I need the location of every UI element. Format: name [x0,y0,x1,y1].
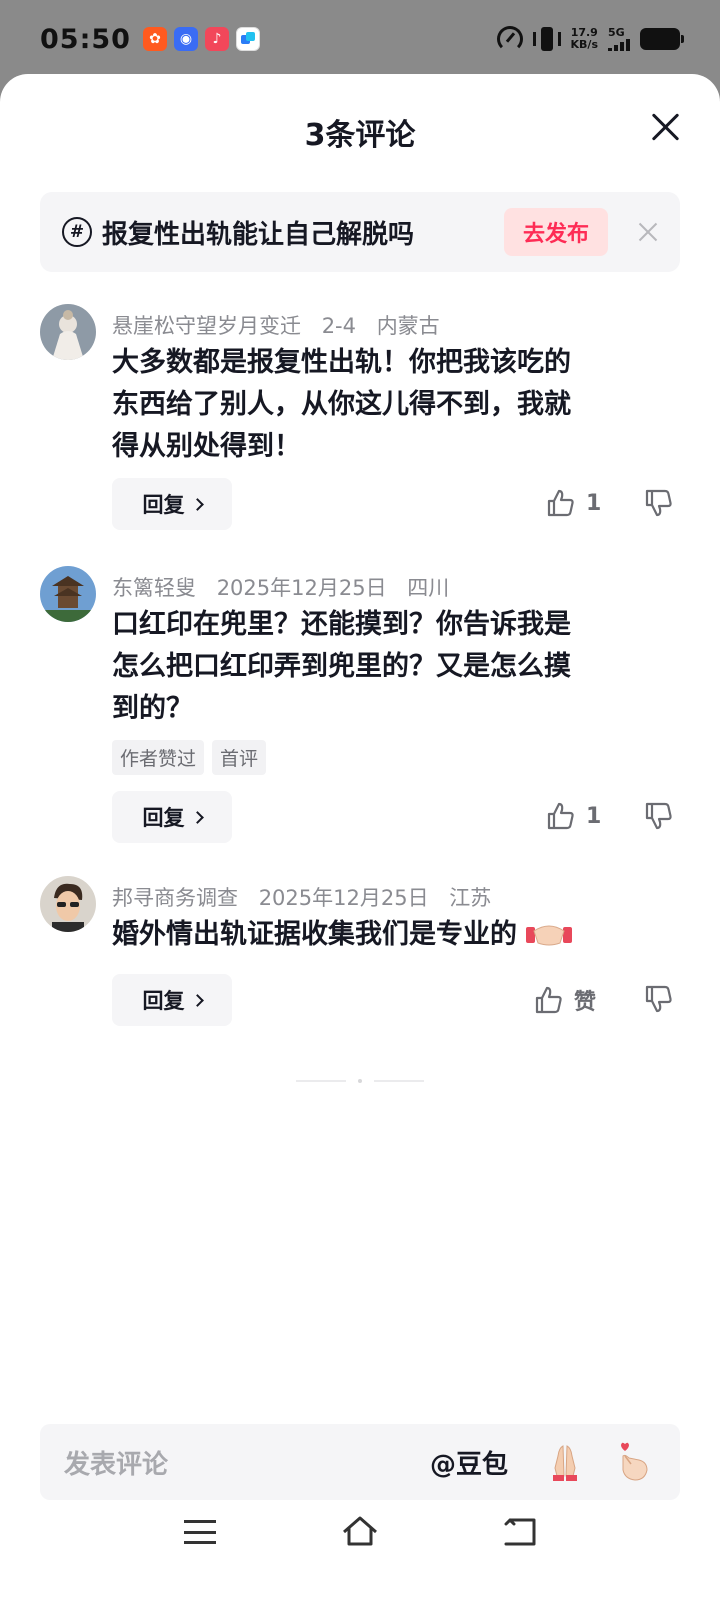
comment-meta: 邦寻商务调查 2025年12月25日 江苏 [112,882,505,912]
comment-line: 婚外情出轨证据收集我们是专业的 [112,919,517,950]
message-app-icon [235,27,260,51]
net-speed: 17.9 KB/s [571,27,598,51]
comment-date: 2025年12月25日 [216,576,387,600]
pray-emoji-icon [553,1445,577,1481]
reply-label: 回复 [142,806,185,830]
like-count: 1 [586,490,602,516]
data-saver-icon [496,26,523,52]
comment-location: 内蒙古 [376,314,440,338]
dislike-button[interactable] [644,801,674,835]
reply-button[interactable]: 回复 [112,791,232,843]
comment-username[interactable]: 悬崖松守望岁月变迁 [112,314,301,338]
battery-icon [640,28,684,50]
avatar[interactable] [40,566,96,622]
comment-text[interactable]: 婚外情出轨证据收集我们是专业的 [112,914,692,956]
comment-input-placeholder: 发表评论 [64,1449,169,1480]
close-icon[interactable] [650,112,680,142]
comment-input[interactable]: 发表评论 @豆包 [40,1424,680,1500]
chevron-right-icon [190,497,204,511]
back-icon[interactable] [502,1516,538,1548]
thumbs-down-icon [645,802,672,830]
reply-button[interactable]: 回复 [112,478,232,530]
system-nav-bar [0,1500,720,1560]
finger-heart-emoji-button[interactable] [610,1439,656,1485]
mention-doubao-button[interactable]: @豆包 [430,1444,508,1481]
baidu-icon: ◉ [173,27,198,51]
like-button[interactable]: 1 [546,488,601,518]
comment-location: 江苏 [449,886,492,910]
comment-line: 大多数都是报复性出轨！你把我该吃的 [112,347,571,378]
thumbs-down-icon [645,985,672,1013]
comment-date: 2025年12月25日 [258,886,429,910]
comment-meta: 悬崖松守望岁月变迁 2-4 内蒙古 [112,310,454,340]
comment-username[interactable]: 东篱轻叟 [112,576,196,600]
end-of-list-divider [296,1079,424,1083]
douyin-icon: ♪ [204,27,229,51]
vibrate-icon [532,27,561,51]
like-button[interactable]: 1 [546,801,601,831]
network-type: 5G [608,26,625,39]
signal-bars [608,39,630,51]
like-count: 1 [586,803,602,829]
reply-button[interactable]: 回复 [112,974,232,1026]
comment-meta: 东篱轻叟 2025年12月25日 四川 [112,572,463,602]
comment-tags: 作者赞过 首评 [112,740,267,775]
thumbs-down-icon [645,489,672,517]
comment-date: 2-4 [321,314,356,338]
net-speed-unit: KB/s [570,38,598,51]
comment-text[interactable]: 大多数都是报复性出轨！你把我该吃的 东西给了别人，从你这儿得不到，我就 得从别处… [112,342,672,468]
home-icon[interactable] [340,1514,380,1548]
comment-line: 得从别处得到！ [112,431,301,462]
chevron-right-icon [190,993,204,1007]
like-label: 赞 [574,990,597,1015]
comment-line: 口红印在兜里？还能摸到？你告诉我是 [112,609,571,640]
topic-close-icon[interactable] [638,222,658,242]
thumbs-up-icon [547,489,574,517]
pray-emoji-button[interactable] [542,1439,588,1485]
comment-line: 怎么把口红印弄到兜里的？又是怎么摸 [112,651,571,682]
tag-author-liked: 作者赞过 [112,740,205,775]
thumbs-up-icon [547,802,574,830]
avatar[interactable] [40,304,96,360]
handshake-icon [526,925,573,946]
topic-banner[interactable]: # 报复性出轨能让自己解脱吗 去发布 [40,192,680,272]
topic-text[interactable]: 报复性出轨能让自己解脱吗 [102,214,414,251]
tag-first-comment: 首评 [212,740,267,775]
publish-button[interactable]: 去发布 [504,208,608,256]
dislike-button[interactable] [644,488,674,522]
thumbs-up-icon [535,986,562,1014]
comment-username[interactable]: 邦寻商务调查 [112,886,238,910]
kuaishou-icon: ✿ [142,27,167,51]
hashtag-icon: # [62,217,92,247]
recent-apps-icon[interactable] [184,1520,216,1544]
avatar[interactable] [40,876,96,932]
sheet-title: 3条评论 [304,118,416,153]
status-time: 05:50 [40,23,131,55]
comment-location: 四川 [407,576,450,600]
finger-heart-emoji-icon [621,1442,648,1481]
notification-app-icons: ✿ ◉ ♪ [142,27,260,51]
reply-label: 回复 [142,493,185,517]
comment-line: 东西给了别人，从你这儿得不到，我就 [112,389,571,420]
signal-icon: 5G [608,27,630,51]
like-button[interactable]: 赞 [534,984,596,1016]
chevron-right-icon [190,810,204,824]
reply-label: 回复 [142,989,185,1013]
status-bar: 05:50 ✿ ◉ ♪ 17.9 KB/s 5G [0,0,720,78]
comment-line: 到的？ [112,693,193,724]
comment-text[interactable]: 口红印在兜里？还能摸到？你告诉我是 怎么把口红印弄到兜里的？又是怎么摸 到的？ [112,604,672,730]
dislike-button[interactable] [644,984,674,1018]
comments-sheet: 3条评论 # 报复性出轨能让自己解脱吗 去发布 悬崖松守望岁月变迁 2-4 内蒙… [0,74,720,1608]
